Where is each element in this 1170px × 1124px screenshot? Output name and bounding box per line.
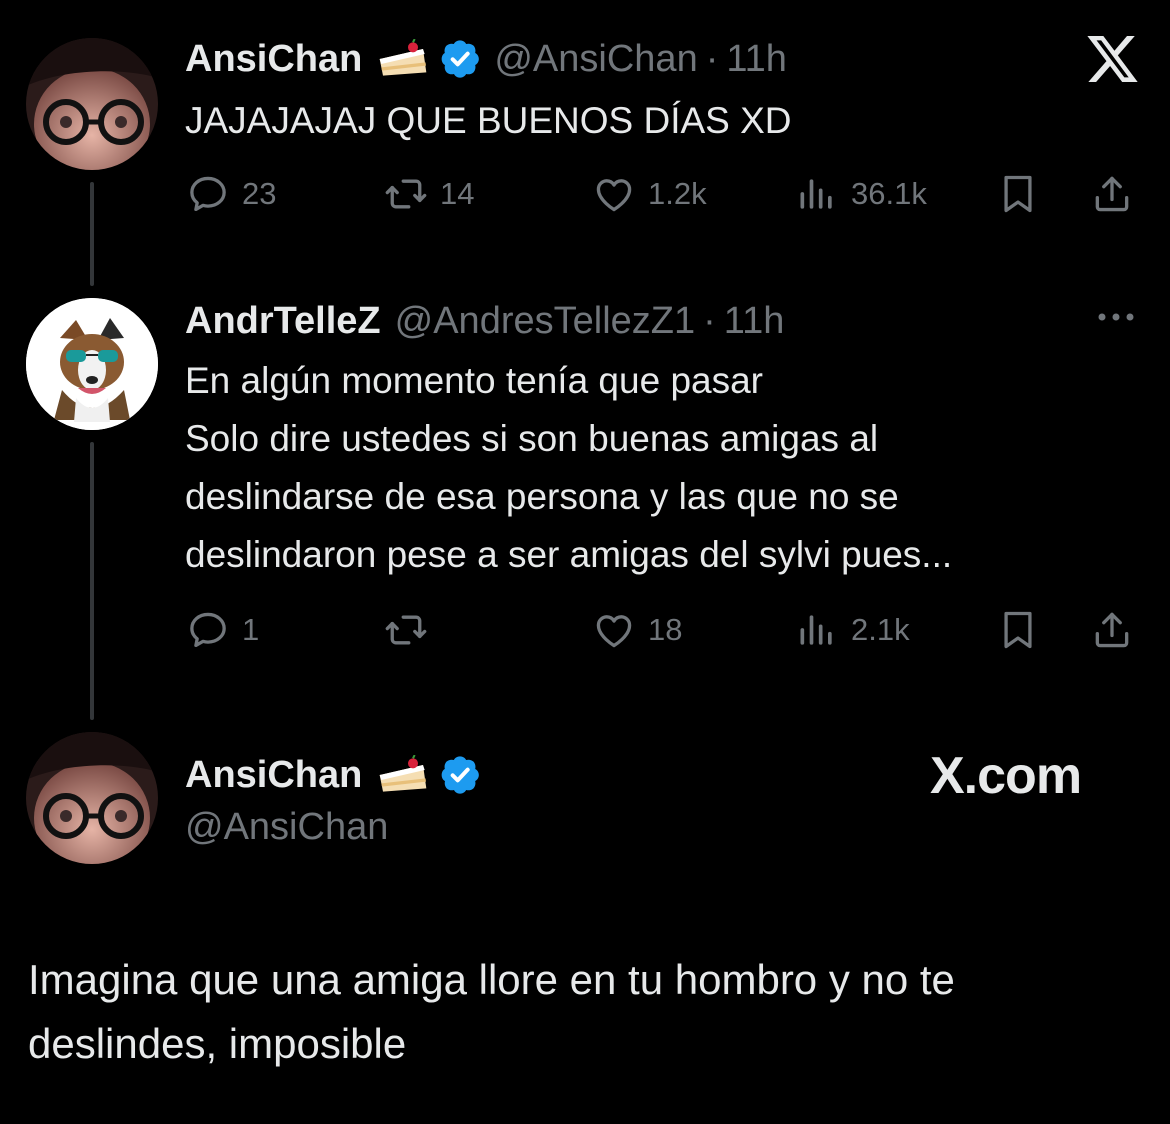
author-handle[interactable]: @AndresTellezZ1 xyxy=(395,300,695,343)
author-name[interactable]: AnsiChan xyxy=(185,38,362,81)
bookmark-icon xyxy=(996,172,1040,216)
xcom-watermark: X.com xyxy=(930,747,1082,805)
author-name[interactable]: AndrTelleZ xyxy=(185,300,381,343)
share-icon xyxy=(1090,608,1134,652)
tweet-text: En algún momento tenía que pasar Solo di… xyxy=(185,352,1145,584)
reply-count: 1 xyxy=(242,612,260,647)
tweet-time[interactable]: 11h xyxy=(724,300,785,343)
like-count: 18 xyxy=(648,612,683,647)
share-button[interactable] xyxy=(1090,172,1134,216)
author-handle[interactable]: @AnsiChan xyxy=(494,38,697,81)
thread-line xyxy=(90,442,94,720)
retweet-button[interactable] xyxy=(384,608,440,652)
tweet-line: deslindarse de esa persona y las que no … xyxy=(185,476,899,517)
thread-line xyxy=(90,182,94,286)
tweet-line: deslindaron pese a ser amigas del sylvi … xyxy=(185,534,953,575)
views-count: 36.1k xyxy=(851,176,927,211)
avatar-ansichan[interactable] xyxy=(26,732,158,864)
retweet-icon xyxy=(384,172,428,216)
like-icon xyxy=(592,608,636,652)
views-button[interactable]: 36.1k xyxy=(795,172,927,216)
reply-icon xyxy=(186,608,230,652)
retweet-count: 14 xyxy=(440,176,475,211)
retweet-button[interactable]: 14 xyxy=(384,172,474,216)
verified-badge-icon[interactable] xyxy=(440,39,480,79)
tweet-text: JAJAJAJAJ QUE BUENOS DÍAS XD xyxy=(185,100,792,141)
verified-badge-icon[interactable] xyxy=(440,755,480,795)
separator-dot: · xyxy=(705,37,719,80)
reply-count: 23 xyxy=(242,176,277,211)
retweet-icon xyxy=(384,608,428,652)
bookmark-button[interactable] xyxy=(996,172,1040,216)
x-logo-icon[interactable] xyxy=(1084,30,1142,88)
tweet-time[interactable]: 11h xyxy=(726,38,787,81)
cake-emoji-icon xyxy=(376,755,430,795)
like-count: 1.2k xyxy=(648,176,707,211)
separator-dot: · xyxy=(703,299,716,342)
share-button[interactable] xyxy=(1090,608,1134,652)
author-name[interactable]: AnsiChan xyxy=(185,754,362,797)
cake-emoji-icon xyxy=(376,39,430,79)
views-icon xyxy=(795,172,839,216)
avatar-andrtellez[interactable] xyxy=(26,298,158,430)
tweet-text: Imagina que una amiga llore en tu hombro… xyxy=(28,948,1158,1076)
reply-button[interactable]: 1 xyxy=(186,608,259,652)
views-count: 2.1k xyxy=(851,612,910,647)
views-button[interactable]: 2.1k xyxy=(795,608,910,652)
like-button[interactable]: 18 xyxy=(592,608,682,652)
like-button[interactable]: 1.2k xyxy=(592,172,707,216)
tweet-line: En algún momento tenía que pasar xyxy=(185,360,763,401)
more-icon xyxy=(1098,313,1134,321)
reply-button[interactable]: 23 xyxy=(186,172,276,216)
author-handle[interactable]: @AnsiChan xyxy=(185,806,388,849)
like-icon xyxy=(592,172,636,216)
bookmark-icon xyxy=(996,608,1040,652)
tweet-line: Imagina que una amiga llore en tu hombro… xyxy=(28,956,955,1003)
reply-icon xyxy=(186,172,230,216)
views-icon xyxy=(795,608,839,652)
avatar-ansichan[interactable] xyxy=(26,38,158,170)
more-button[interactable] xyxy=(1092,305,1140,329)
tweet-line: Solo dire ustedes si son buenas amigas a… xyxy=(185,418,879,459)
tweet-line: deslindes, imposible xyxy=(28,1020,407,1067)
bookmark-button[interactable] xyxy=(996,608,1040,652)
share-icon xyxy=(1090,172,1134,216)
